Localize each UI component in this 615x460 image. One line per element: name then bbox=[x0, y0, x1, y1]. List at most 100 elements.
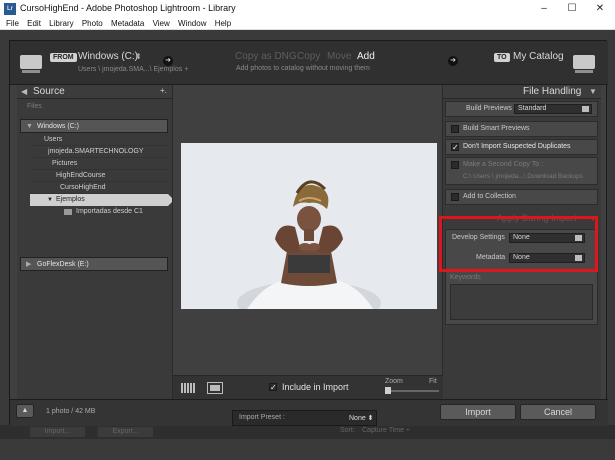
tree-item-label: jmojeda.SMARTECHNOLOGY bbox=[48, 148, 144, 155]
import-bottombar: ▲ 1 photo / 42 MB Import Preset : None ⬍… bbox=[10, 399, 608, 426]
zoom-slider[interactable] bbox=[385, 390, 439, 392]
from-tag: FROM bbox=[50, 53, 77, 62]
to-tag: TO bbox=[494, 53, 510, 62]
back-export-button[interactable]: Export... bbox=[98, 427, 153, 437]
mode-add[interactable]: Add bbox=[357, 51, 375, 62]
photo-count: 1 photo / 42 MB bbox=[46, 408, 96, 415]
volume-windows-c[interactable]: ▼ Windows (C:) bbox=[20, 119, 168, 133]
folder-icon bbox=[64, 209, 72, 215]
mode-move[interactable]: Move bbox=[327, 51, 351, 62]
fit-label: Fit bbox=[429, 378, 437, 385]
back-sort-label: Sort: bbox=[340, 427, 355, 434]
collapse-triangle-icon: ▼ bbox=[589, 87, 597, 96]
add-source-icon[interactable]: +. bbox=[160, 86, 167, 95]
add-collection-row: Add to Collection bbox=[445, 189, 598, 205]
expand-triangle-icon: ▼ bbox=[26, 123, 33, 130]
smart-previews-checkbox[interactable] bbox=[451, 125, 459, 133]
import-topbar: FROM Windows (C:) ⬍ Users \ jmojeda.SMA.… bbox=[10, 41, 608, 85]
menu-help[interactable]: Help bbox=[215, 18, 231, 30]
maximize-button[interactable]: ☐ bbox=[558, 1, 586, 17]
tree-item-label: CursoHighEnd bbox=[60, 184, 106, 191]
menu-edit[interactable]: Edit bbox=[27, 18, 41, 30]
tree-item-label: Importadas desde C1 bbox=[76, 208, 143, 215]
destination-arrow-icon: ➜ bbox=[448, 56, 458, 66]
keywords-input[interactable] bbox=[450, 284, 593, 320]
window-title: CursoHighEnd - Adobe Photoshop Lightroom… bbox=[20, 3, 236, 13]
add-collection-checkbox[interactable] bbox=[451, 193, 459, 201]
expand-toggle-button[interactable]: ▲ bbox=[16, 404, 34, 418]
volume-goflexdesk-e[interactable]: ▶ GoFlexDesk (E:) bbox=[20, 257, 168, 271]
menu-library[interactable]: Library bbox=[49, 18, 73, 30]
smart-previews-label: Build Smart Previews bbox=[463, 125, 530, 132]
tree-item-cursohighend[interactable]: CursoHighEnd bbox=[30, 182, 168, 194]
second-copy-checkbox[interactable] bbox=[451, 161, 459, 169]
include-in-import-checkbox[interactable]: ✓ bbox=[269, 383, 277, 392]
second-copy-row: Make a Second Copy To : C:\ Users \ jmoj… bbox=[445, 157, 598, 185]
tree-item-highendcourse[interactable]: HighEndCourse bbox=[30, 170, 168, 182]
photo-thumbnail[interactable] bbox=[181, 143, 437, 309]
duplicates-checkbox[interactable]: ✓ bbox=[451, 143, 459, 152]
photo-image bbox=[181, 143, 437, 309]
mode-copy-as-dng[interactable]: Copy as DNG bbox=[235, 51, 297, 62]
import-preset-value[interactable]: None ⬍ bbox=[349, 414, 374, 422]
tree-item-label: HighEndCourse bbox=[56, 172, 106, 179]
collapsed-triangle-icon: ▶ bbox=[26, 261, 32, 268]
dropdown-caret-icon bbox=[582, 106, 589, 112]
minimize-button[interactable]: – bbox=[530, 1, 558, 17]
menu-file[interactable]: File bbox=[6, 18, 19, 30]
cancel-button[interactable]: Cancel bbox=[520, 404, 596, 420]
grid-view-icon[interactable] bbox=[181, 383, 195, 393]
highlight-annotation bbox=[439, 216, 598, 272]
zoom-slider-handle[interactable] bbox=[385, 387, 391, 394]
smart-previews-row: Build Smart Previews bbox=[445, 121, 598, 137]
grid-toolbar: ✓ Include in Import Zoom Fit bbox=[173, 375, 444, 399]
build-previews-label: Build Previews bbox=[466, 105, 512, 112]
catalog-disk-icon bbox=[573, 55, 595, 73]
files-label: Files bbox=[27, 103, 42, 110]
volume-label: Windows (C:) bbox=[37, 123, 80, 130]
add-collection-label: Add to Collection bbox=[463, 193, 516, 200]
second-copy-label: Make a Second Copy To : bbox=[463, 161, 544, 168]
source-panel: ◀ Source +. Files ▼ Windows (C:) Users j… bbox=[17, 85, 174, 399]
menu-window[interactable]: Window bbox=[178, 18, 206, 30]
tree-item-label: Pictures bbox=[52, 160, 78, 167]
import-preset-bar[interactable]: Import Preset : None ⬍ bbox=[232, 410, 377, 426]
tree-item-label: Users bbox=[44, 136, 63, 143]
source-path[interactable]: Users \ jmojeda.SMA...\ Ejemplos + bbox=[78, 66, 188, 73]
back-toolbar: Import... Export... Sort: Capture Time ÷ bbox=[0, 425, 615, 439]
close-button[interactable]: ✕ bbox=[586, 1, 614, 17]
menu-metadata[interactable]: Metadata bbox=[111, 18, 144, 30]
back-import-button[interactable]: Import... bbox=[30, 427, 85, 437]
include-in-import-label: Include in Import bbox=[282, 382, 349, 392]
second-copy-path[interactable]: C:\ Users \ jmojeda...\ Download Backups bbox=[463, 173, 583, 180]
build-previews-row: Build Previews Standard bbox=[445, 101, 598, 117]
tree-item-ejemplos[interactable]: ▼ Ejemplos bbox=[30, 194, 168, 206]
mode-copy[interactable]: Copy bbox=[297, 51, 320, 62]
menu-photo[interactable]: Photo bbox=[82, 18, 103, 30]
tree-item-jmojeda[interactable]: jmojeda.SMARTECHNOLOGY bbox=[30, 146, 168, 158]
volume-label: GoFlexDesk (E:) bbox=[37, 261, 89, 268]
tree-item-label: Ejemplos bbox=[56, 196, 85, 203]
file-handling-header[interactable]: File Handling ▼ bbox=[443, 85, 601, 99]
source-panel-title: Source bbox=[33, 86, 65, 97]
back-sort-value[interactable]: Capture Time ÷ bbox=[362, 427, 410, 434]
menu-bar: File Edit Library Photo Metadata View Wi… bbox=[0, 18, 615, 30]
source-panel-header[interactable]: ◀ Source +. bbox=[17, 85, 172, 99]
source-name[interactable]: Windows (C:) bbox=[78, 51, 138, 62]
keywords-label: Keywords bbox=[450, 274, 481, 281]
tree-item-importadas[interactable]: Importadas desde C1 bbox=[30, 206, 168, 218]
menu-view[interactable]: View bbox=[153, 18, 170, 30]
tree-item-users[interactable]: Users bbox=[30, 134, 168, 146]
destination-name[interactable]: My Catalog bbox=[513, 51, 564, 62]
build-previews-dropdown[interactable]: Standard bbox=[514, 104, 592, 114]
tree-item-pictures[interactable]: Pictures bbox=[30, 158, 168, 170]
import-button[interactable]: Import bbox=[440, 404, 516, 420]
loupe-view-icon[interactable] bbox=[207, 382, 223, 394]
build-previews-value: Standard bbox=[518, 105, 547, 112]
source-caret-icon[interactable]: ⬍ bbox=[135, 52, 142, 61]
window-titlebar: Lr CursoHighEnd - Adobe Photoshop Lightr… bbox=[0, 0, 615, 18]
mode-description: Add photos to catalog without moving the… bbox=[236, 65, 370, 72]
duplicates-row: ✓ Don't Import Suspected Duplicates bbox=[445, 139, 598, 155]
import-preset-label: Import Preset : bbox=[239, 414, 285, 421]
collapse-triangle-icon: ◀ bbox=[21, 87, 28, 96]
